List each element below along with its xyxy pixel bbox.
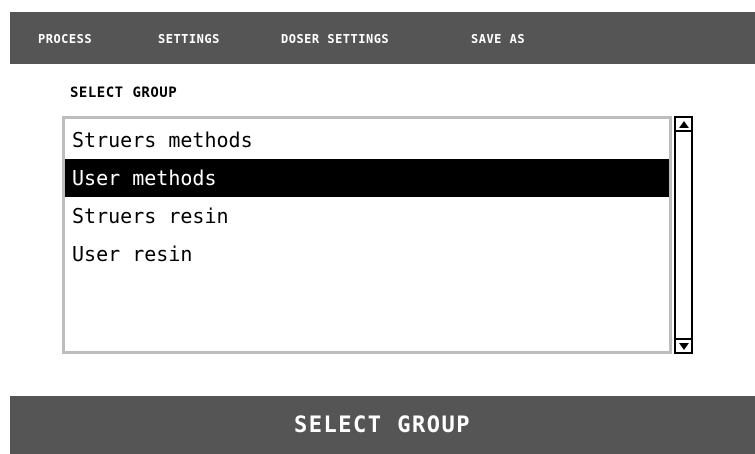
scroll-up-button[interactable] [676,118,691,132]
menu-item-doser-settings[interactable]: DOSER SETTINGS [281,32,389,46]
list-item-user-methods[interactable]: User methods [65,159,669,197]
menu-item-process[interactable]: PROCESS [38,32,92,46]
scroll-down-button[interactable] [676,338,691,352]
arrow-down-icon [678,342,689,350]
group-listbox[interactable]: Struers methods User methods Struers res… [62,116,672,354]
page-title: SELECT GROUP [70,85,178,101]
list-item-struers-methods[interactable]: Struers methods [65,121,669,159]
footer-bar[interactable]: SELECT GROUP [10,396,755,454]
footer-label: SELECT GROUP [294,412,471,438]
list-item-struers-resin[interactable]: Struers resin [65,197,669,235]
menu-item-settings[interactable]: SETTINGS [158,32,220,46]
list-item-user-resin[interactable]: User resin [65,235,669,273]
menu-bar: PROCESS SETTINGS DOSER SETTINGS SAVE AS [10,12,755,64]
scrollbar[interactable] [674,116,693,354]
screen: PROCESS SETTINGS DOSER SETTINGS SAVE AS … [10,12,755,454]
menu-item-save-as[interactable]: SAVE AS [471,32,525,46]
arrow-up-icon [678,120,689,128]
